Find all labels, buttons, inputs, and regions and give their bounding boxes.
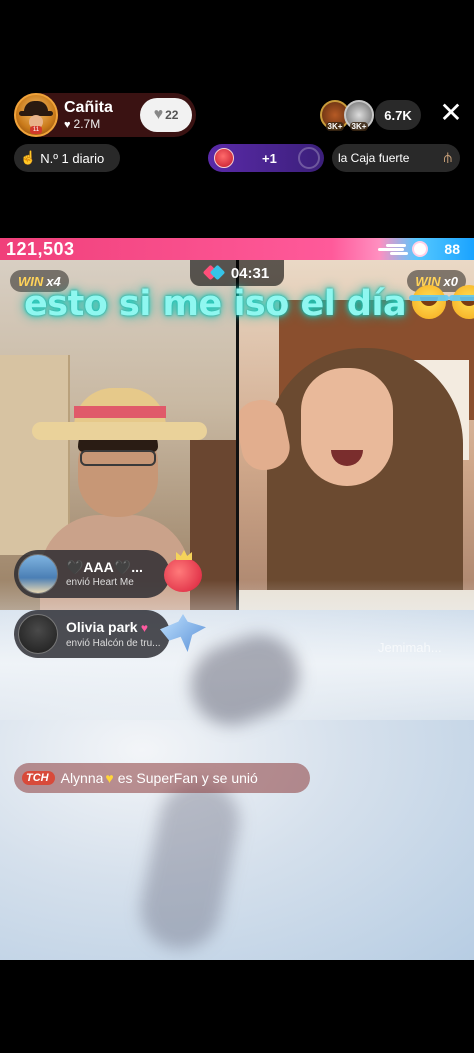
follow-button[interactable]: ♥ 22 [140,98,192,132]
battle-icon [202,264,226,281]
sender-name: Olivia park ♥ [66,618,149,635]
heart-icon: ♥ [137,620,149,635]
video-caption: esto si me iso el día [24,284,474,324]
straw-hat-image [32,388,207,440]
battle-timer: 04:31 [190,260,284,286]
progress-ring-icon [298,147,320,169]
host-likes-count: 2.7M [73,116,101,131]
hand-point-icon: ☝ [20,150,37,165]
daily-rank-pill[interactable]: ☝ N.º 1 diario [14,144,120,172]
gift-notification[interactable]: Olivia park ♥ envió Halcón de tru... [14,610,170,658]
gift-goal-pill[interactable]: +1 [208,144,324,172]
host-name: Cañita [64,98,113,116]
laugh-emoji-icon [409,285,450,319]
hearts-icon: ♥ [153,106,164,123]
heart-me-gift-icon [160,550,208,594]
host-level-badge: 11 [30,126,42,134]
gift-description: envió Halcón de tru... [66,637,161,649]
join-message: es SuperFan y se unió [117,770,258,786]
heart-icon: ♥ [64,118,71,131]
vault-label: la Caja fuerte [338,151,410,165]
falcon-gift-icon [160,610,208,654]
laugh-emoji-icon [449,285,474,319]
left-score: 121,503 [6,239,75,259]
host-info: Cañita ♥ 2.7M [64,98,113,133]
heart-icon: ♥ [105,770,114,786]
right-score: 88 [444,241,460,257]
vault-pill[interactable]: la Caja fuerte ⫛ [332,144,460,172]
sender-name: 🖤AAA🖤... [66,559,143,575]
viewer-badge-2: 3K+ [349,122,369,131]
gift-description: envió Heart Me [66,577,134,588]
sender-avatar[interactable] [18,614,58,654]
battle-score-bar: 121,503 88 [0,238,474,260]
host-likes: ♥ 2.7M [64,117,113,133]
caption-text: esto si me iso el día [24,284,407,324]
top-viewer-avatar-2[interactable]: 3K+ [344,100,374,131]
score-divider-icon [378,240,428,258]
close-icon[interactable]: ✕ [436,98,466,130]
battle-video-area[interactable]: WIN x4 WIN x0 04:31 esto si me iso el dí… [0,260,474,960]
host-avatar[interactable]: 11 [14,93,58,137]
live-stream-screen: 11 Cañita ♥ 2.7M ♥ 22 3K+ 3K+ 6.7K ✕ ☝ N.… [0,0,474,1053]
gift-icon [214,148,234,168]
viewer-count[interactable]: 6.7K [375,100,421,130]
top-viewers[interactable]: 3K+ 3K+ [320,100,376,131]
host-profile-pill[interactable]: 11 Cañita ♥ 2.7M ♥ 22 [14,93,196,137]
crown-icon [176,550,192,560]
gift-plus-count: +1 [262,150,277,166]
falcon-icon [160,614,206,652]
gift-notification[interactable]: 🖤AAA🖤... envió Heart Me [14,550,170,598]
viewer-badge-1: 3K+ [325,122,345,131]
opponent-name-watermark: Jemimah... [378,640,442,655]
timer-value: 04:31 [230,264,270,282]
sender-avatar[interactable] [18,554,58,594]
follow-count: 22 [165,108,179,122]
join-notification[interactable]: TCH Alynna ♥ es SuperFan y se unió [14,763,310,793]
daily-rank-label: N.º 1 diario [40,150,105,166]
joined-user-name: Alynna [60,770,104,786]
trident-icon: ⫛ [443,149,452,165]
fan-club-badge: TCH [22,771,55,785]
